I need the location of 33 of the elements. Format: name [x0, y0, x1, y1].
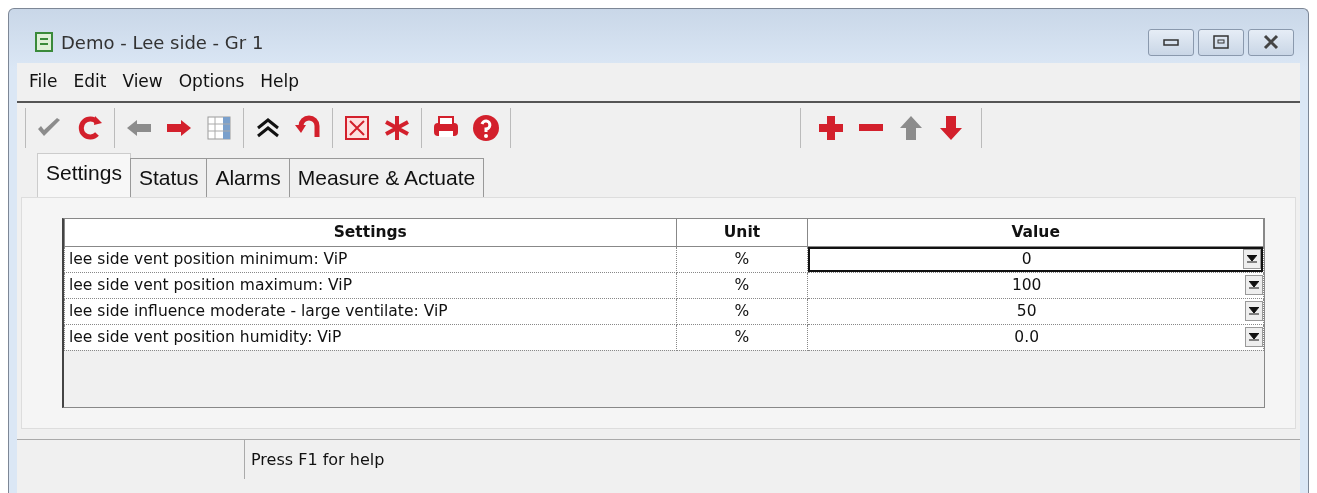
close-icon: [1261, 34, 1281, 50]
tab[interactable]: Status: [129, 158, 208, 197]
menu-item[interactable]: Options: [172, 67, 251, 97]
table-cell: lee side vent position minimum: ViP: [64, 246, 676, 273]
value-dropdown[interactable]: 0.0: [808, 324, 1263, 350]
column-header: Unit: [676, 218, 808, 247]
close-button[interactable]: [1248, 28, 1294, 56]
column-header: Settings: [64, 218, 676, 247]
value-dropdown[interactable]: 50: [808, 298, 1263, 324]
maximize-icon: [1211, 34, 1231, 50]
minus-icon: [859, 124, 883, 131]
value-dropdown[interactable]: 100: [808, 272, 1263, 298]
app-icon: [35, 32, 53, 52]
window-title: Demo - Lee side - Gr 1: [61, 30, 264, 55]
table-cell: lee side vent position humidity: ViP: [64, 324, 676, 351]
table-cell: %: [676, 272, 808, 299]
menu-item[interactable]: Help: [254, 67, 306, 97]
tab[interactable]: Settings: [37, 153, 131, 197]
value-dropdown[interactable]: 0: [808, 246, 1263, 272]
table-cell: lee side influence moderate - large ventilate: ViP: [64, 298, 676, 325]
menu-item[interactable]: File: [23, 67, 64, 97]
table-cell: %: [676, 246, 808, 273]
maximize-button[interactable]: [1198, 28, 1244, 56]
help-icon: [471, 112, 501, 143]
table-cell: %: [676, 324, 808, 351]
tab[interactable]: Measure & Actuate: [288, 158, 485, 197]
menu-item[interactable]: View: [116, 67, 169, 97]
table-cell: lee side vent position maximum: ViP: [64, 272, 676, 299]
minimize-button[interactable]: [1148, 28, 1194, 56]
column-header: Value: [807, 218, 1264, 247]
menu-item[interactable]: Edit: [67, 67, 113, 97]
table-cell: %: [676, 298, 808, 325]
status-message: Press F1 for help: [250, 448, 386, 471]
